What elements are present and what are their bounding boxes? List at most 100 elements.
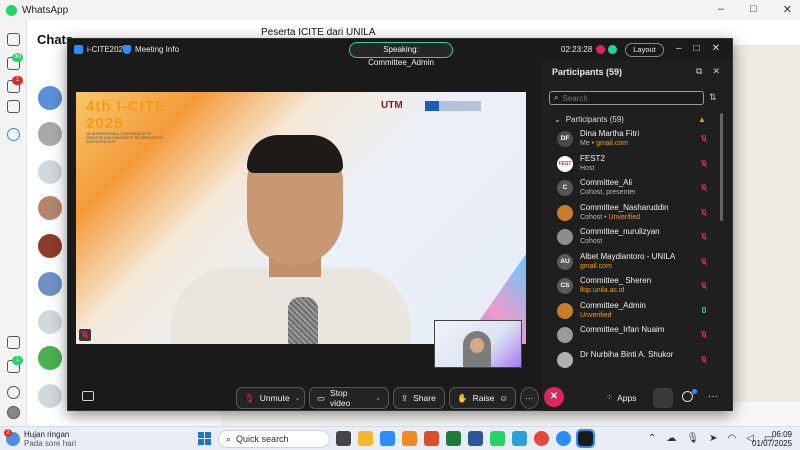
conference-subtitle: 4th INTERNATIONAL CONFERENCE ON CREATIVE… (86, 132, 163, 144)
app-icon[interactable] (556, 431, 571, 446)
self-view-thumbnail[interactable] (434, 320, 522, 368)
participant-mic-icon[interactable] (701, 331, 707, 339)
chevron-down-icon[interactable]: ⌄ (375, 394, 381, 402)
mute-all-icon[interactable]: ▲ (698, 115, 706, 124)
reactions-icon[interactable]: ☺ (499, 393, 508, 403)
weather-widget[interactable]: 2 Hujan ringan Pada sore hari (4, 429, 76, 448)
chat-avatar[interactable] (38, 160, 62, 184)
file-explorer-icon[interactable] (358, 431, 373, 446)
participant-mic-icon[interactable] (701, 135, 707, 143)
muted-mic-icon: 🎙 (244, 392, 255, 403)
status-icon[interactable] (7, 100, 20, 113)
close-icon[interactable]: ✕ (712, 66, 720, 77)
participant-name: Albet Maydiantoro - UNILA (580, 251, 676, 261)
taskbar-search[interactable]: ⌕ Quick search (218, 430, 330, 448)
chat-avatar[interactable] (38, 122, 62, 146)
taskbar-clock[interactable]: 06:09 01/07/2025 (752, 430, 792, 448)
profile-avatar[interactable] (7, 406, 20, 419)
close-icon[interactable]: ✕ (783, 3, 792, 16)
recording-icon[interactable] (596, 45, 605, 54)
leave-meeting-button[interactable]: ✕ (544, 387, 564, 407)
participant-mic-icon[interactable] (701, 208, 707, 217)
chat-avatar[interactable] (38, 310, 62, 334)
participants-toggle-button[interactable] (653, 388, 673, 408)
meta-ai-icon[interactable] (7, 128, 20, 141)
mic-icon[interactable]: 🎙 (686, 433, 699, 444)
meeting-info-button[interactable]: Meeting Info (123, 45, 179, 54)
zoom-taskbar-icon[interactable] (576, 429, 595, 448)
thumbnail-face (470, 338, 484, 353)
chat-avatar[interactable] (38, 384, 62, 408)
stop-video-label: Stop video (330, 388, 351, 408)
participant-mic-icon[interactable] (701, 159, 707, 168)
chat-avatar[interactable] (38, 196, 62, 220)
send-icon[interactable]: ➤ (709, 433, 717, 444)
participant-row[interactable]: Committee_Irfan Nuaim (557, 324, 717, 348)
participant-mic-icon[interactable] (701, 306, 707, 315)
speaker-hair (247, 135, 343, 173)
app-icon[interactable] (402, 431, 417, 446)
store-icon[interactable] (380, 431, 395, 446)
participant-row[interactable]: Committee_Admin Unverified (557, 300, 717, 324)
unmute-button[interactable]: 🎙 Unmute ⌄ (236, 387, 305, 409)
unmute-label: Unmute (259, 393, 290, 403)
wifi-icon[interactable]: ◠ (727, 433, 736, 444)
chat-avatar[interactable] (38, 272, 62, 296)
connection-icon[interactable] (608, 45, 617, 54)
chat-avatar[interactable] (38, 346, 62, 370)
taskbar-apps (336, 429, 595, 448)
participant-mic-icon[interactable] (701, 257, 707, 266)
menu-icon[interactable] (7, 33, 20, 46)
participants-group-header[interactable]: ⌄ Participants (59) (554, 115, 624, 124)
chat-header-title[interactable]: Peserta ICITE dari UNILA (261, 27, 375, 38)
chevron-down-icon[interactable]: ⌄ (295, 394, 301, 402)
starred-icon[interactable] (7, 336, 20, 349)
excel-icon[interactable] (446, 431, 461, 446)
apps-button[interactable]: ⁘ Apps (606, 392, 637, 403)
participant-name: Committee_Nasharuddin (580, 202, 669, 212)
settings-icon[interactable] (7, 386, 20, 399)
minimize-icon[interactable]: – (718, 3, 724, 16)
more-icon[interactable]: ··· (708, 391, 718, 402)
participant-mic-icon[interactable] (701, 282, 707, 290)
more-options-button[interactable]: ··· (520, 387, 539, 409)
participant-mic-icon[interactable] (701, 355, 707, 364)
participant-row[interactable]: Committee_nurulizyan Cohost (557, 226, 717, 250)
edge-icon[interactable] (512, 431, 527, 446)
task-view-icon[interactable] (336, 431, 351, 446)
participant-row[interactable]: C Committee_Ali Cohost, presenter (557, 177, 717, 201)
participant-row[interactable]: DF Dina Martha Fitri Me • gmail.com (557, 128, 717, 152)
participant-mic-icon[interactable] (701, 184, 707, 192)
participant-mic-icon[interactable] (701, 233, 707, 241)
participants-search[interactable]: ⌕ (549, 91, 704, 105)
chrome-icon[interactable] (534, 431, 549, 446)
share-button[interactable]: ⇪ Share (393, 387, 445, 409)
minimize-icon[interactable]: – (676, 43, 682, 54)
chat-avatar[interactable] (38, 234, 62, 258)
stop-video-button[interactable]: ▭ Stop video ⌄ (309, 387, 389, 409)
sort-icon[interactable]: ⇅ (709, 92, 717, 103)
whatsapp-taskbar-icon[interactable] (490, 431, 505, 446)
chat-avatar[interactable] (38, 86, 62, 110)
powerpoint-icon[interactable] (424, 431, 439, 446)
participant-row[interactable]: Committee_Nasharuddin Cohost • Unverified (557, 202, 717, 226)
whatsapp-app-title: WhatsApp (22, 4, 69, 16)
participant-row[interactable]: FEST FEST2 Host (557, 153, 717, 177)
chevron-up-icon[interactable]: ⌃ (648, 433, 656, 444)
word-icon[interactable] (468, 431, 483, 446)
start-button[interactable] (198, 432, 211, 445)
participant-row[interactable]: Dr Nurbiha Binti A. Shukor (557, 349, 717, 373)
popout-icon[interactable]: ⧉ (696, 66, 702, 77)
participant-row[interactable]: AU Albet Maydiantoro - UNILA gmail.com (557, 251, 717, 275)
close-icon[interactable]: ✕ (712, 43, 720, 54)
participant-row[interactable]: CS Committee_ Sheren fkip.unila.ac.id (557, 275, 717, 299)
participants-scrollbar[interactable] (720, 113, 723, 221)
cloud-icon[interactable]: ☁ (666, 433, 676, 444)
active-speaker-video[interactable]: 4th I-CITE 2025 4th INTERNATIONAL CONFER… (76, 92, 526, 344)
raise-hand-button[interactable]: ✋ Raise ☺ (449, 387, 516, 409)
video-camera-icon: ▭ (317, 392, 326, 403)
maximize-icon[interactable]: □ (750, 3, 757, 16)
search-input[interactable] (562, 93, 683, 103)
layout-button[interactable]: Layout (625, 43, 664, 57)
maximize-icon[interactable]: □ (694, 43, 700, 54)
